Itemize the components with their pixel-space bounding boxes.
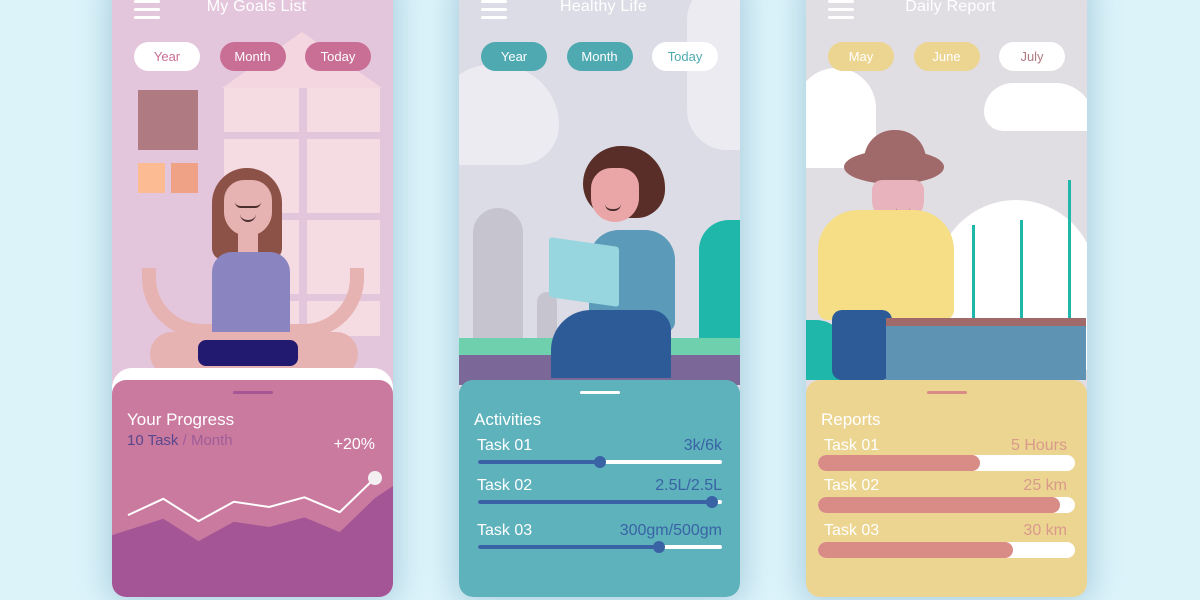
progress-title: Your Progress xyxy=(127,410,235,429)
task-slider[interactable] xyxy=(478,456,722,468)
filter-today-button[interactable]: Today xyxy=(305,42,371,71)
screen-title: Healthy Life xyxy=(560,0,647,15)
task-count: 10 Task xyxy=(127,432,179,449)
activities-sheet: Activities Task 01 3k/6k Task 02 2.5L/2.… xyxy=(459,380,740,597)
month-filter: May June July xyxy=(828,42,1065,72)
filter-month-button[interactable]: Month xyxy=(219,42,286,71)
phone-screen-report: Daily Report May June July Reports Task … xyxy=(806,0,1087,597)
task-label: Task 02 xyxy=(477,477,533,494)
task-period: / Month xyxy=(182,432,233,449)
cloud-left xyxy=(459,65,559,165)
task-value: 30 km xyxy=(1023,522,1067,539)
trend-line xyxy=(127,477,376,523)
progress-subtitle: 10 Task / Month xyxy=(127,432,233,449)
task-value: 300gm/500gm xyxy=(619,522,722,539)
person-face xyxy=(591,168,639,222)
task-label: Task 01 xyxy=(477,437,533,454)
woman-eyes xyxy=(235,202,261,208)
period-filter: Year Month Today xyxy=(134,42,371,72)
progress-fill xyxy=(818,455,980,471)
slider-thumb[interactable] xyxy=(652,541,665,553)
top-bar: Daily Report xyxy=(806,0,1087,36)
filter-month-button[interactable]: Month xyxy=(566,42,633,71)
sheet-drag-handle[interactable] xyxy=(579,391,620,394)
reports-title: Reports xyxy=(821,410,881,429)
plant-3 xyxy=(1068,180,1071,335)
task-label: Task 02 xyxy=(824,477,880,494)
slider-thumb[interactable] xyxy=(706,496,719,508)
period-filter: Year Month Today xyxy=(481,42,718,72)
task-progress-bar xyxy=(818,455,1075,471)
slider-thumb[interactable] xyxy=(594,456,606,468)
filter-year-button[interactable]: Year xyxy=(481,42,547,71)
tree-gray-1 xyxy=(473,208,523,358)
planter-soil xyxy=(886,318,1086,326)
task-value: 2.5L/2.5L xyxy=(655,477,722,494)
top-bar: My Goals List xyxy=(112,0,393,36)
task-value: 5 Hours xyxy=(1010,437,1067,454)
phone-screen-goals: My Goals List Year Month Today Your Prog… xyxy=(112,0,393,597)
task-slider[interactable] xyxy=(478,541,722,553)
progress-sheet: Your Progress 10 Task / Month +20% xyxy=(112,380,393,597)
screen-title: My Goals List xyxy=(206,0,307,15)
trend-endpoint-marker[interactable] xyxy=(368,471,382,485)
activities-title: Activities xyxy=(474,410,542,429)
window-mullion-h1 xyxy=(224,132,380,139)
wall-frame-small-1 xyxy=(138,163,165,193)
sheet-drag-handle[interactable] xyxy=(232,391,273,394)
progress-fill xyxy=(818,497,1060,513)
wall-frame-large xyxy=(138,90,198,150)
wall-frame-small-2 xyxy=(171,163,198,193)
task-label: Task 03 xyxy=(824,522,880,539)
task-progress-bar xyxy=(818,497,1075,513)
man-pants xyxy=(832,310,892,380)
man-sweater xyxy=(818,210,954,320)
task-value: 3k/6k xyxy=(683,437,722,454)
slider-fill xyxy=(478,460,600,464)
filter-july-button[interactable]: July xyxy=(999,42,1065,71)
task-label: Task 03 xyxy=(477,522,533,539)
top-bar: Healthy Life xyxy=(459,0,740,36)
slider-fill xyxy=(478,500,713,504)
task-value: 25 km xyxy=(1023,477,1067,494)
progress-fill xyxy=(818,542,1014,558)
task-progress-bar xyxy=(818,542,1075,558)
person-pants xyxy=(551,310,671,378)
filter-today-button[interactable]: Today xyxy=(652,42,718,71)
slider-fill xyxy=(478,545,659,549)
book xyxy=(549,237,619,307)
woman-face xyxy=(224,180,272,236)
cloud-right-top xyxy=(984,83,1087,131)
filter-june-button[interactable]: June xyxy=(913,42,980,71)
progress-delta: +20% xyxy=(333,436,375,453)
task-slider[interactable] xyxy=(478,496,722,508)
filter-may-button[interactable]: May xyxy=(828,42,894,71)
task-label: Task 01 xyxy=(824,437,880,454)
reports-sheet: Reports Task 01 5 Hours Task 02 25 km Ta… xyxy=(806,380,1087,597)
planter-box xyxy=(886,325,1086,380)
sheet-drag-handle[interactable] xyxy=(926,391,967,394)
filter-year-button[interactable]: Year xyxy=(134,42,200,71)
woman-shorts xyxy=(198,340,298,366)
screen-title: Daily Report xyxy=(905,0,996,15)
phone-screen-health: Healthy Life Year Month Today Activities… xyxy=(459,0,740,597)
